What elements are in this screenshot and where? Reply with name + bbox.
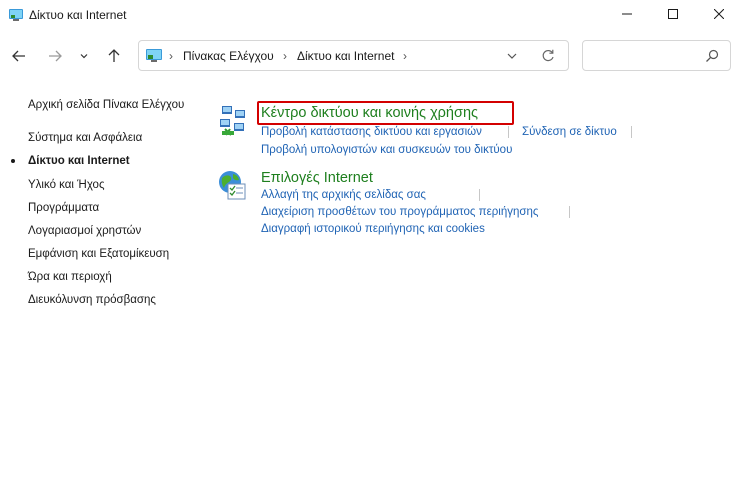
breadcrumb-item-control-panel[interactable]: Πίνακας Ελέγχου <box>183 49 274 63</box>
link-divider <box>479 189 480 201</box>
breadcrumb-separator-icon[interactable]: › <box>169 49 173 63</box>
link-view-network-computers[interactable]: Προβολή υπολογιστών και συσκευών του δικ… <box>261 143 512 157</box>
sidebar-item-appearance[interactable]: Εμφάνιση και Εξατομίκευση <box>28 247 169 261</box>
highlight-box <box>257 101 514 125</box>
address-bar[interactable]: › Πίνακας Ελέγχου › Δίκτυο και Internet … <box>138 40 569 71</box>
sidebar-item-ease-of-access[interactable]: Διευκόλυνση πρόσβασης <box>28 293 156 307</box>
link-divider <box>631 126 632 138</box>
sidebar-item-user-accounts[interactable]: Λογαριασμοί χρηστών <box>28 224 141 238</box>
close-button[interactable] <box>696 0 740 28</box>
search-icon[interactable] <box>704 48 720 64</box>
network-sharing-center-icon[interactable] <box>216 104 250 138</box>
search-input[interactable] <box>589 46 703 66</box>
recent-locations-button[interactable] <box>75 45 93 67</box>
sidebar-item-network-internet[interactable]: Δίκτυο και Internet <box>28 154 130 168</box>
arrow-up-icon <box>108 49 120 62</box>
back-button[interactable] <box>8 45 30 67</box>
arrow-left-icon <box>12 50 25 62</box>
chevron-down-icon <box>80 54 88 59</box>
arrow-right-icon <box>49 50 62 62</box>
control-panel-icon <box>145 47 163 65</box>
close-icon <box>714 9 724 19</box>
search-box[interactable] <box>582 40 731 71</box>
internet-options-icon[interactable] <box>216 169 250 203</box>
minimize-icon <box>622 13 632 15</box>
forward-button[interactable] <box>44 45 66 67</box>
active-bullet-icon <box>11 159 15 163</box>
breadcrumb-item-network-internet[interactable]: Δίκτυο και Internet <box>297 49 394 63</box>
sidebar-item-hardware-sound[interactable]: Υλικό και Ήχος <box>28 178 105 192</box>
sidebar-item-system-security[interactable]: Σύστημα και Ασφάλεια <box>28 131 142 145</box>
title-bar: Δίκτυο και Internet <box>0 0 740 30</box>
minimize-button[interactable] <box>604 0 650 28</box>
sidebar-item-programs[interactable]: Προγράμματα <box>28 201 99 215</box>
link-change-home-page[interactable]: Αλλαγή της αρχικής σελίδας σας <box>261 188 426 202</box>
link-divider <box>508 126 509 138</box>
link-connect-to-network[interactable]: Σύνδεση σε δίκτυο <box>522 125 617 139</box>
control-panel-icon <box>8 7 24 23</box>
address-dropdown-button[interactable] <box>505 49 519 63</box>
link-view-network-status[interactable]: Προβολή κατάστασης δικτύου και εργασιών <box>261 125 482 139</box>
maximize-icon <box>668 9 678 19</box>
breadcrumb-separator-icon[interactable]: › <box>403 49 407 63</box>
refresh-icon <box>542 49 554 62</box>
chevron-down-icon <box>507 53 517 59</box>
sidebar-item-control-panel-home[interactable]: Αρχική σελίδα Πίνακα Ελέγχου <box>28 98 184 112</box>
breadcrumb-separator-icon[interactable]: › <box>283 49 287 63</box>
refresh-button[interactable] <box>540 48 556 64</box>
maximize-button[interactable] <box>650 0 696 28</box>
sidebar-item-clock-region[interactable]: Ώρα και περιοχή <box>28 270 112 284</box>
link-delete-browsing-history[interactable]: Διαγραφή ιστορικού περιήγησης και cookie… <box>261 222 485 236</box>
up-button[interactable] <box>103 45 125 67</box>
link-manage-addons[interactable]: Διαχείριση προσθέτων του προγράμματος πε… <box>261 205 538 219</box>
control-panel-window: Δίκτυο και Internet › Πίνακας Ελέγχου › … <box>0 0 740 500</box>
window-title: Δίκτυο και Internet <box>29 8 127 22</box>
category-title-internet-options[interactable]: Επιλογές Internet <box>261 169 373 187</box>
link-divider <box>569 206 570 218</box>
